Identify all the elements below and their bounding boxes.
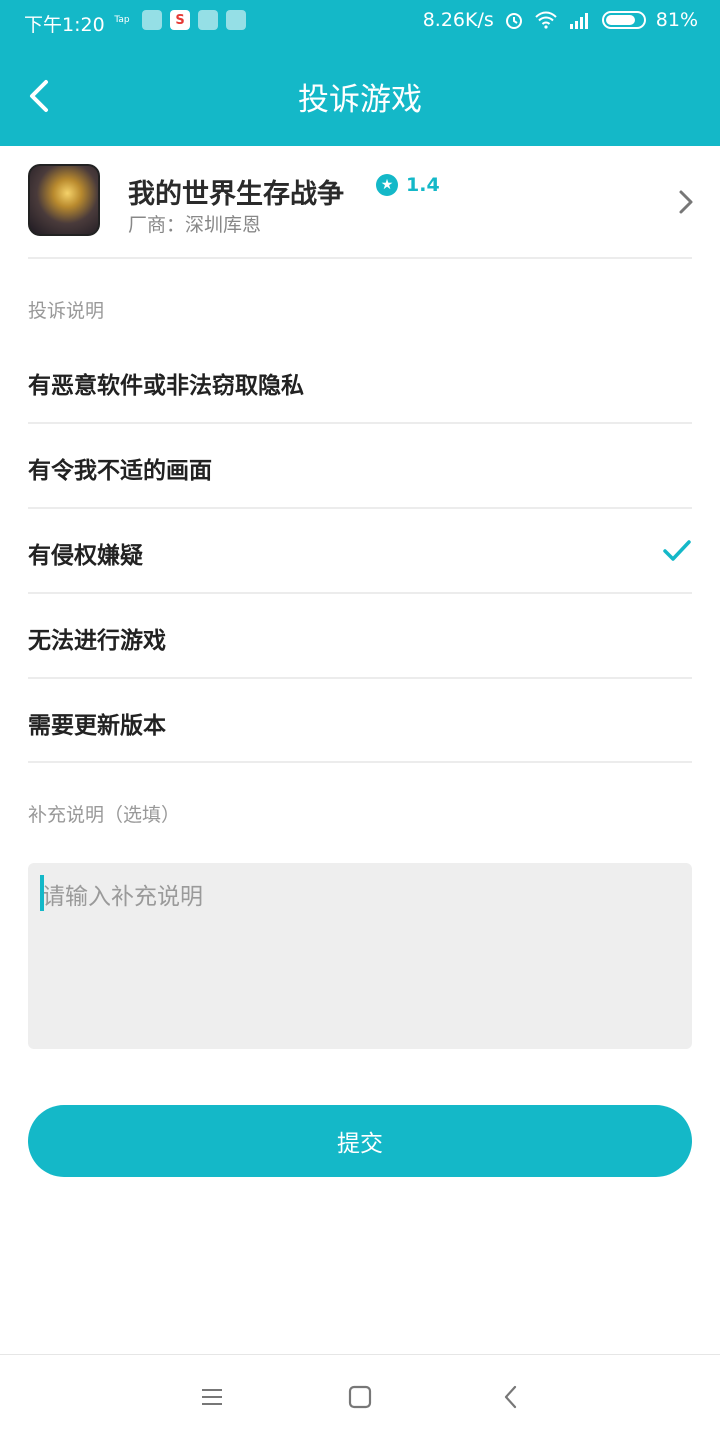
menu-icon[interactable]: [196, 1383, 228, 1411]
complaint-option-update-needed[interactable]: 需要更新版本: [0, 680, 720, 764]
submit-button[interactable]: 提交: [28, 1105, 692, 1177]
supplement-input[interactable]: [28, 863, 692, 1049]
divider: [28, 761, 692, 763]
complaint-option-infringement[interactable]: 有侵权嫌疑: [0, 510, 720, 594]
supplement-section-label: 补充说明（选填）: [28, 804, 181, 826]
divider: [28, 592, 692, 594]
battery-icon: [601, 11, 646, 29]
network-speed: 8.26K/s: [422, 9, 494, 31]
system-nav-bar: [0, 1354, 720, 1440]
divider: [28, 677, 692, 679]
game-icon: [28, 164, 100, 236]
divider: [28, 507, 692, 509]
star-icon: ★: [376, 174, 398, 196]
status-right: 8.26K/s 81%: [423, 9, 698, 31]
notification-icons: Tap S: [110, 10, 246, 30]
divider: [28, 422, 692, 424]
browser-icon: [198, 10, 218, 30]
alarm-icon: [505, 13, 522, 29]
nav-back-icon[interactable]: [496, 1383, 528, 1411]
app-header: 下午1:20 Tap S 8.26K/s 81% 投诉游戏: [0, 0, 720, 146]
sogou-icon: S: [170, 10, 190, 30]
game-name: 我的世界生存战争: [128, 179, 344, 210]
divider: [28, 257, 692, 259]
notification-icon: [142, 10, 162, 30]
game-info-row[interactable]: 我的世界生存战争 ★ 1.4 厂商：深圳库恩: [0, 146, 720, 258]
text-caret: [40, 875, 44, 911]
complaint-option-cannot-play[interactable]: 无法进行游戏: [0, 595, 720, 679]
option-label: 需要更新版本: [28, 713, 166, 739]
check-icon: [663, 540, 691, 561]
complaint-option-uncomfortable[interactable]: 有令我不适的画面: [0, 425, 720, 509]
page-title: 投诉游戏: [298, 82, 422, 118]
chevron-right-icon[interactable]: [674, 186, 698, 218]
home-square-icon[interactable]: [344, 1383, 376, 1411]
option-label: 有令我不适的画面: [28, 458, 212, 484]
complaint-option-malware[interactable]: 有恶意软件或非法窃取隐私: [0, 340, 720, 424]
signal-icon: [569, 13, 588, 29]
status-bar: 下午1:20 Tap S 8.26K/s 81%: [0, 0, 720, 44]
status-time: 下午1:20: [24, 14, 105, 36]
tap-app-icon: Tap: [114, 15, 130, 25]
option-label: 有恶意软件或非法窃取隐私: [28, 373, 304, 399]
game-rating: ★ 1.4: [376, 174, 440, 196]
message-icon: [226, 10, 246, 30]
option-label: 有侵权嫌疑: [28, 543, 143, 569]
complaint-section-label: 投诉说明: [28, 300, 105, 322]
game-vendor: 厂商：深圳库恩: [128, 214, 262, 236]
rating-value: 1.4: [406, 174, 440, 196]
option-label: 无法进行游戏: [28, 628, 166, 654]
battery-percent: 81%: [655, 9, 698, 31]
wifi-icon: [535, 11, 557, 29]
